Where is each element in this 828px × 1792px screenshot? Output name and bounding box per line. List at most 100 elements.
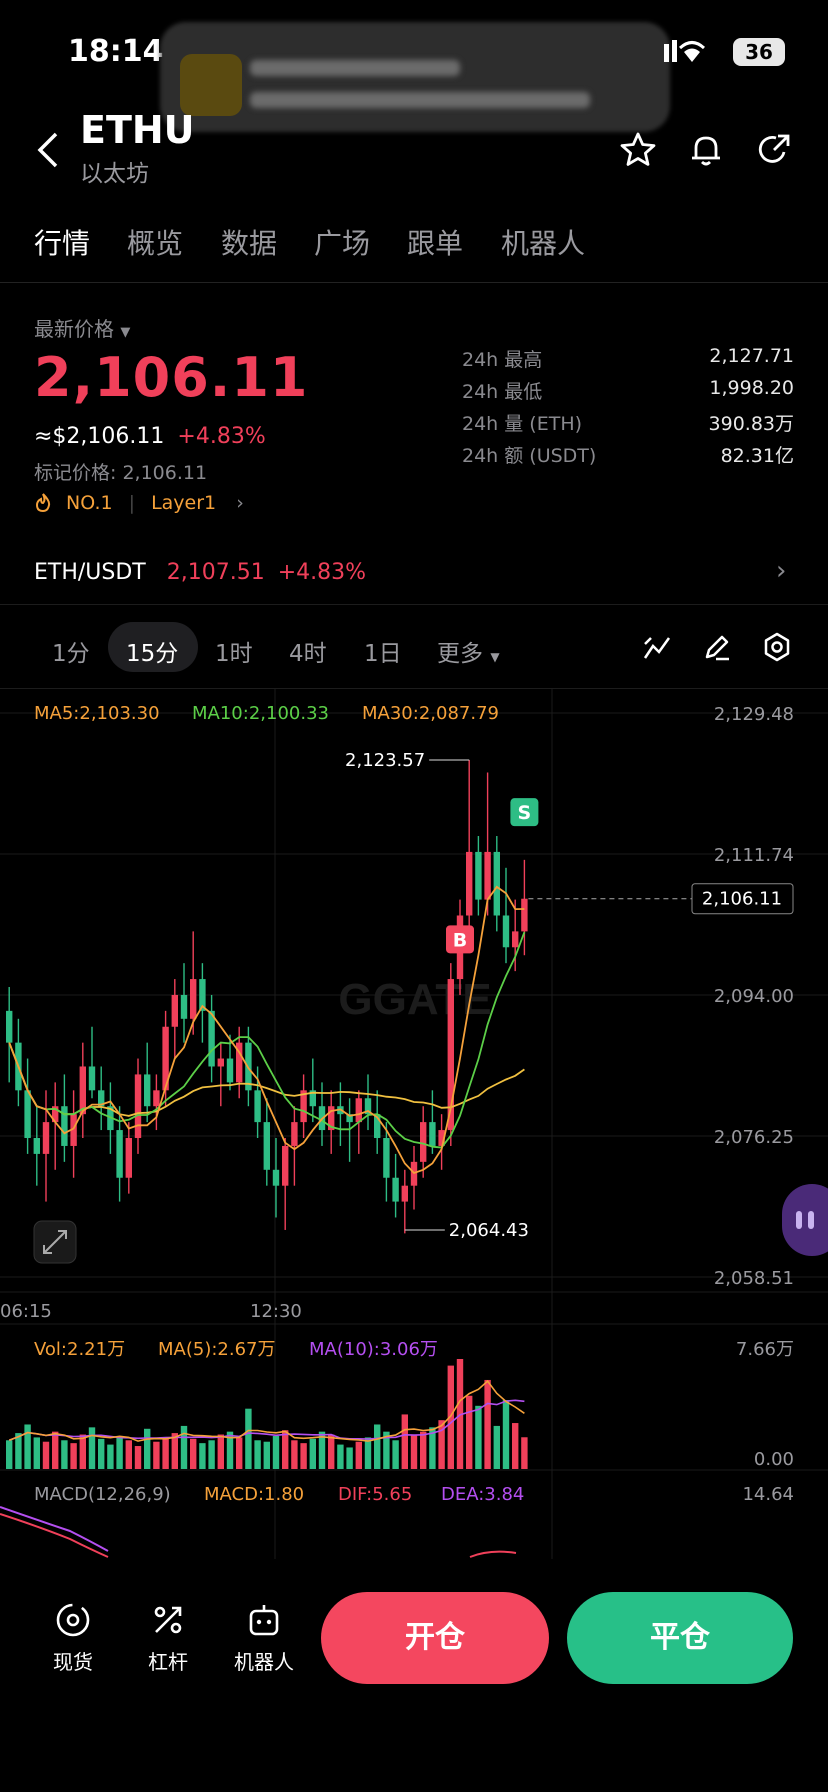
volume-bars (6, 1359, 528, 1469)
price-chart[interactable]: GGATE MA5:2,103.30 MA10:2,100.33 MA30:2,… (0, 689, 828, 1559)
pair-divider (0, 604, 828, 605)
candle-body (88, 1066, 96, 1091)
settings-hex-icon[interactable] (761, 631, 793, 663)
spot-pair-row[interactable]: ETH/USDT 2,107.51 +4.83% (34, 560, 366, 585)
category-tag: Layer1 (151, 492, 217, 514)
timeframe-more[interactable]: 更多 ▼ (437, 634, 500, 668)
stat-label-high: 24h 最高 (462, 349, 543, 371)
volume-bar (42, 1441, 50, 1469)
nav-leverage-label: 杠杆 (148, 1650, 188, 1674)
floating-assistant-button[interactable] (782, 1184, 828, 1256)
candle-body (401, 1185, 408, 1202)
ma30-value: MA30:2,087.79 (362, 703, 499, 724)
back-chevron-icon[interactable] (36, 132, 60, 174)
nav-robot[interactable]: 机器人 (224, 1600, 304, 1675)
signal-wifi-icon (664, 40, 706, 62)
time-axis: 06:15 12:30 (0, 1301, 302, 1322)
volume-bar (24, 1424, 31, 1469)
caret-down-icon: ▼ (120, 325, 131, 340)
tab-square[interactable]: 广场 (314, 222, 370, 262)
tab-divider (0, 282, 828, 283)
share-icon[interactable] (754, 130, 794, 170)
timeframe-1h[interactable]: 1时 (215, 634, 253, 668)
notification-title-blurred (250, 60, 460, 76)
nav-spot[interactable]: 现货 (33, 1600, 113, 1675)
ma10-value: MA10:2,100.33 (192, 703, 329, 724)
volume-bar (282, 1430, 289, 1469)
price-axis: 2,129.48 2,111.74 2,094.00 2,076.25 2,05… (714, 704, 794, 1289)
draw-pencil-icon[interactable] (702, 632, 732, 662)
volume-bar (401, 1414, 408, 1469)
pair-chevron-right-icon[interactable]: › (776, 556, 786, 586)
tab-market[interactable]: 行情 (34, 222, 90, 262)
tab-copy-trade[interactable]: 跟单 (407, 222, 463, 262)
ma5-value: MA5:2,103.30 (34, 703, 160, 724)
notification-app-icon (180, 54, 242, 116)
candle-body (429, 1122, 436, 1146)
volume-bar (70, 1443, 77, 1469)
volume-bar (438, 1420, 445, 1469)
tab-overview[interactable]: 概览 (127, 222, 183, 262)
candle-body (521, 898, 528, 932)
volume-bar (144, 1428, 151, 1469)
y-tick: 2,129.48 (714, 704, 794, 725)
candle-body (42, 1122, 50, 1154)
status-time: 18:14 (68, 34, 164, 69)
robot-icon (249, 1605, 279, 1636)
volume-bar (162, 1437, 169, 1469)
tab-data[interactable]: 数据 (221, 222, 277, 262)
volume-bar (521, 1437, 528, 1469)
timeframe-1m[interactable]: 1分 (52, 634, 90, 668)
page-subtitle: 以太坊 (80, 161, 149, 187)
volume-bar (374, 1424, 381, 1469)
tab-bots[interactable]: 机器人 (501, 222, 585, 262)
price-type-selector[interactable]: 最新价格 ▼ (34, 313, 130, 342)
timeframe-1d[interactable]: 1日 (364, 634, 402, 668)
favorite-star-icon[interactable] (618, 130, 658, 170)
open-position-button[interactable]: 开仓 (321, 1592, 549, 1684)
volume-bar (190, 1438, 197, 1469)
volume-bar (236, 1437, 243, 1469)
candle-body (33, 1138, 40, 1154)
volume-bar (484, 1379, 491, 1469)
candle-body (254, 1090, 261, 1123)
price-type-label: 最新价格 (34, 317, 114, 341)
candle-body (79, 1066, 86, 1115)
volume-bar (263, 1441, 270, 1469)
candle-body (190, 979, 197, 1019)
volume-bar (134, 1446, 142, 1469)
candle-body (466, 851, 473, 916)
y-tick: 2,111.74 (714, 845, 794, 866)
macd-label: MACD(12,26,9) (34, 1484, 171, 1505)
flame-icon (34, 492, 58, 514)
price-change: +4.83% (177, 424, 266, 449)
candle-body (282, 1145, 289, 1186)
volume-bar (346, 1447, 353, 1469)
volume-bar (217, 1434, 224, 1469)
volume-bar (254, 1440, 261, 1469)
timeframe-15m[interactable]: 15分 (126, 634, 178, 668)
watermark-logo: GGATE (338, 975, 491, 1024)
candle-body (208, 1010, 215, 1067)
leverage-icon (154, 1606, 182, 1634)
nav-leverage[interactable]: 杠杆 (128, 1600, 208, 1675)
high-label: 2,123.57 (345, 750, 425, 771)
price-usd-row: ≈$2,106.11 +4.83% (34, 424, 266, 449)
volume-bar (512, 1423, 519, 1469)
stat-label-volume: 24h 量 (ETH) (462, 413, 583, 435)
expand-icon[interactable] (33, 1220, 77, 1264)
volume-bar (6, 1440, 13, 1469)
rank-tag-row[interactable]: NO.1 | Layer1 › (34, 492, 244, 514)
dea-value: DEA:3.84 (441, 1484, 524, 1505)
volume-bar (493, 1425, 500, 1469)
macd-dif-line (0, 1513, 109, 1558)
timeframe-4h[interactable]: 4时 (289, 634, 327, 668)
close-position-button[interactable]: 平仓 (567, 1592, 793, 1684)
indicator-icon[interactable] (642, 632, 672, 662)
volume-bar (15, 1433, 22, 1469)
volume-bar (502, 1400, 510, 1469)
bell-icon[interactable] (686, 130, 726, 170)
tag-separator: | (128, 492, 136, 514)
spot-icon (56, 1603, 90, 1637)
volume-bar (180, 1425, 188, 1469)
